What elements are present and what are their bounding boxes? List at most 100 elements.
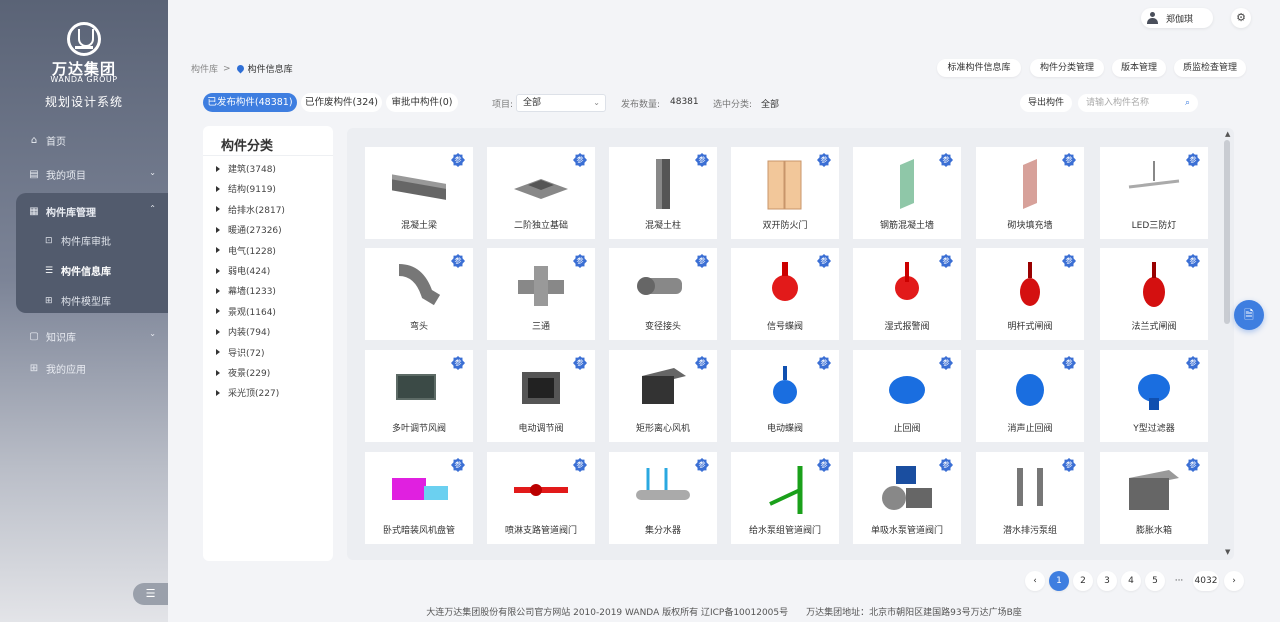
category-item[interactable]: 结构(9119) <box>216 182 276 195</box>
system-name: 规划设计系统 <box>44 95 123 109</box>
component-card[interactable]: 参潜水排污泵组 <box>976 452 1084 544</box>
category-item[interactable]: 景观(1164) <box>216 305 276 318</box>
page-3[interactable]: 3 <box>1097 571 1117 591</box>
category-item[interactable]: 建筑(3748) <box>216 162 276 175</box>
standard-library-button[interactable]: 标准构件信息库 <box>937 59 1021 77</box>
category-item[interactable]: 导识(72) <box>216 346 264 359</box>
collapse-sidebar-button[interactable]: ☰ <box>133 583 168 605</box>
nav-home[interactable]: ⌂ 首页 <box>28 133 66 149</box>
component-card[interactable]: 参弯头 <box>365 248 473 340</box>
component-card[interactable]: 参止回阀 <box>853 350 961 442</box>
search-input[interactable]: 请输入构件名称 ⌕ <box>1078 94 1198 112</box>
category-item[interactable]: 幕墙(1233) <box>216 284 276 297</box>
category-item-label: 景观(1164) <box>228 307 276 318</box>
component-card[interactable]: 参给水泵组管道阀门 <box>731 452 839 544</box>
component-card[interactable]: 参混凝土柱 <box>609 147 717 239</box>
category-item-label: 给排水(2817) <box>228 205 285 216</box>
component-name: 信号蝶阀 <box>766 322 803 332</box>
component-card[interactable]: 参三通 <box>487 248 595 340</box>
nav-my-projects[interactable]: ▤ 我的项目 <box>28 167 86 183</box>
book-icon: ▢ <box>29 330 39 342</box>
component-card[interactable]: 参单吸水泵管道阀门 <box>853 452 961 544</box>
component-card[interactable]: 参电动蝶阀 <box>731 350 839 442</box>
component-card[interactable]: 参卧式暗装风机盘管 <box>365 452 473 544</box>
page-2[interactable]: 2 <box>1073 571 1093 591</box>
category-item[interactable]: 夜景(229) <box>216 366 270 379</box>
component-card[interactable]: 参喷淋支路管道阀门 <box>487 452 595 544</box>
project-select[interactable]: 全部 ⌄ <box>516 94 606 112</box>
component-card[interactable]: 参消声止回阀 <box>976 350 1084 442</box>
nav-component-mgmt[interactable]: ▦ 构件库管理 <box>28 204 96 220</box>
tab-published[interactable]: 已发布构件(48381) <box>203 93 297 112</box>
approval-icon: ⊡ <box>45 235 53 246</box>
category-item[interactable]: 电气(1228) <box>216 244 276 257</box>
component-thumbnail <box>1143 262 1165 307</box>
component-name: 矩形离心风机 <box>635 424 690 434</box>
component-card[interactable]: 参多叶调节风阀 <box>365 350 473 442</box>
tab-abandoned[interactable]: 已作废构件(324) <box>301 93 382 112</box>
sub-item-approval[interactable]: ⊡ 构件库审批 <box>45 233 111 249</box>
nav-my-apps-label: 我的应用 <box>46 365 86 376</box>
page-5[interactable]: 5 <box>1145 571 1165 591</box>
component-card[interactable]: 参明杆式闸阀 <box>976 248 1084 340</box>
scroll-up-icon[interactable]: ▲ <box>1225 130 1230 138</box>
page-4[interactable]: 4 <box>1121 571 1141 591</box>
component-card[interactable]: 参钢筋混凝土墙 <box>853 147 961 239</box>
component-name: 双开防火门 <box>762 221 808 231</box>
breadcrumb-sep: > <box>223 63 231 74</box>
nav-knowledge[interactable]: ▢ 知识库 <box>28 329 76 345</box>
component-card[interactable]: 参混凝土梁 <box>365 147 473 239</box>
component-name: 喷淋支路管道阀门 <box>504 526 577 536</box>
search-icon[interactable]: ⌕ <box>1185 94 1190 112</box>
component-card[interactable]: 参法兰式闸阀 <box>1100 248 1208 340</box>
page-last[interactable]: 4032 <box>1193 571 1219 591</box>
component-card[interactable]: 参电动调节阀 <box>487 350 595 442</box>
component-card[interactable]: 参变径接头 <box>609 248 717 340</box>
nav-home-label: 首页 <box>46 137 66 148</box>
scrollbar-thumb[interactable] <box>1224 140 1230 324</box>
page-1[interactable]: 1 <box>1049 571 1069 591</box>
user-menu[interactable]: 郑伽琪 <box>1141 8 1213 28</box>
settings-gear-icon[interactable]: ⚙ <box>1231 8 1251 28</box>
component-card[interactable]: 参信号蝶阀 <box>731 248 839 340</box>
category-item[interactable]: 内装(794) <box>216 325 270 338</box>
category-mgmt-button[interactable]: 构件分类管理 <box>1030 59 1104 77</box>
component-card[interactable]: 参二阶独立基础 <box>487 147 595 239</box>
scroll-down-icon[interactable]: ▼ <box>1225 548 1230 556</box>
page-ellipsis[interactable]: ··· <box>1169 571 1189 591</box>
tab-pending[interactable]: 审批中构件(0) <box>386 93 458 112</box>
next-page-icon[interactable]: › <box>1224 571 1244 591</box>
component-thumbnail <box>656 159 670 209</box>
category-item-label: 幕墙(1233) <box>228 287 276 298</box>
component-thumbnail <box>514 179 568 199</box>
sub-item-info-library[interactable]: ☰ 构件信息库 <box>45 263 111 279</box>
document-icon[interactable]: 🗎 <box>1234 300 1264 330</box>
component-card[interactable]: 参 Y型过滤器 <box>1100 350 1208 442</box>
prev-page-icon[interactable]: ‹ <box>1025 571 1045 591</box>
component-card[interactable]: 参矩形离心风机 <box>609 350 717 442</box>
caret-right-icon <box>216 267 220 274</box>
breadcrumb-root[interactable]: 构件库 <box>191 62 218 75</box>
component-card[interactable]: 参 LED三防灯 <box>1100 147 1208 239</box>
component-card[interactable]: 参湿式报警阀 <box>853 248 961 340</box>
sub-item-model-library[interactable]: ⊞ 构件模型库 <box>45 293 111 309</box>
component-card[interactable]: 参膨胀水箱 <box>1100 452 1208 544</box>
component-card[interactable]: 参砌块填充墙 <box>976 147 1084 239</box>
export-button[interactable]: 导出构件 <box>1020 94 1072 112</box>
category-item[interactable]: 采光顶(227) <box>216 386 279 399</box>
component-card[interactable]: 参双开防火门 <box>731 147 839 239</box>
category-item[interactable]: 给排水(2817) <box>216 203 285 216</box>
nav-my-apps[interactable]: ⊞ 我的应用 <box>28 361 86 377</box>
category-item[interactable]: 弱电(424) <box>216 264 270 277</box>
component-name: 混凝土梁 <box>400 221 437 231</box>
selected-label: 选中分类: <box>713 100 753 110</box>
version-mgmt-button[interactable]: 版本管理 <box>1112 59 1166 77</box>
component-name: 湿式报警阀 <box>884 322 930 332</box>
component-thumbnail <box>518 266 564 306</box>
chevron-down-icon: ⌄ <box>593 98 600 107</box>
component-card[interactable]: 参集分水器 <box>609 452 717 544</box>
category-item[interactable]: 暖通(27326) <box>216 223 282 236</box>
component-thumbnail <box>773 366 797 404</box>
project-label: 项目: <box>492 100 514 110</box>
quality-check-button[interactable]: 质监检查管理 <box>1174 59 1246 77</box>
